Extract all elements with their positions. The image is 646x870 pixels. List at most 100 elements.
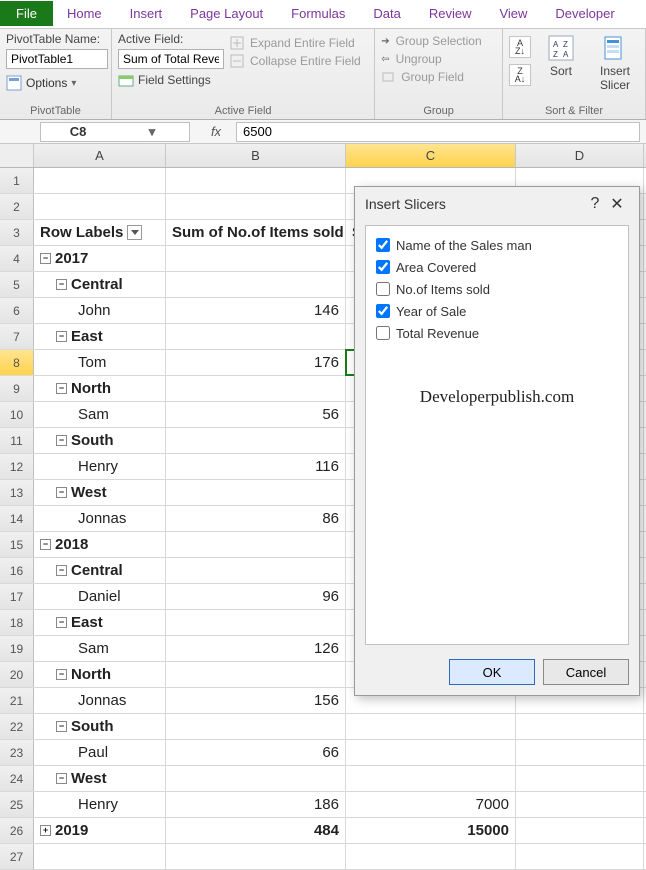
collapse-icon[interactable]: −: [56, 565, 67, 576]
pivot-label-cell[interactable]: −East: [34, 324, 166, 349]
checkbox[interactable]: [376, 260, 390, 274]
cell[interactable]: [516, 766, 644, 791]
row-header[interactable]: 27: [0, 844, 34, 869]
pivot-label-cell[interactable]: −West: [34, 480, 166, 505]
checkbox[interactable]: [376, 304, 390, 318]
pivot-value-cell[interactable]: 86: [166, 506, 346, 531]
cell[interactable]: [34, 194, 166, 219]
collapse-icon[interactable]: −: [56, 669, 67, 680]
col-header-A[interactable]: A: [34, 144, 166, 167]
select-all-corner[interactable]: [0, 144, 34, 167]
pivot-value-cell[interactable]: 484: [166, 818, 346, 843]
cell[interactable]: [34, 168, 166, 193]
sort-asc-button[interactable]: AZ↓: [509, 36, 531, 58]
pivot-value-cell[interactable]: 15000: [346, 818, 516, 843]
cell[interactable]: [516, 740, 644, 765]
cell[interactable]: [516, 844, 644, 869]
row-header[interactable]: 15: [0, 532, 34, 557]
row-header[interactable]: 24: [0, 766, 34, 791]
pivot-value-cell[interactable]: [166, 662, 346, 687]
row-header[interactable]: 3: [0, 220, 34, 245]
tab-review[interactable]: Review: [415, 2, 486, 25]
row-header[interactable]: 26: [0, 818, 34, 843]
collapse-icon[interactable]: −: [56, 383, 67, 394]
pivot-value-cell[interactable]: [166, 714, 346, 739]
options-button[interactable]: Options ▾: [6, 72, 108, 94]
row-header[interactable]: 5: [0, 272, 34, 297]
pivot-value-cell[interactable]: 56: [166, 402, 346, 427]
collapse-icon[interactable]: −: [56, 435, 67, 446]
cell[interactable]: [516, 792, 644, 817]
row-header[interactable]: 21: [0, 688, 34, 713]
pivot-label-cell[interactable]: −South: [34, 428, 166, 453]
slicer-option[interactable]: Area Covered: [376, 256, 618, 278]
tab-file[interactable]: File: [0, 1, 53, 26]
pivot-label-cell[interactable]: Paul: [34, 740, 166, 765]
row-header[interactable]: 18: [0, 610, 34, 635]
pivot-value-cell[interactable]: 7000: [346, 792, 516, 817]
col-header-C[interactable]: C: [346, 144, 516, 167]
fx-label[interactable]: fx: [196, 124, 236, 139]
row-header[interactable]: 1: [0, 168, 34, 193]
row-header[interactable]: 14: [0, 506, 34, 531]
collapse-icon[interactable]: −: [56, 617, 67, 628]
pivot-label-cell[interactable]: +2019: [34, 818, 166, 843]
pivot-value-cell[interactable]: 96: [166, 584, 346, 609]
pivot-value-cell[interactable]: [346, 844, 516, 869]
pivot-value-cell[interactable]: [166, 480, 346, 505]
pivot-label-cell[interactable]: Henry: [34, 454, 166, 479]
row-header[interactable]: 17: [0, 584, 34, 609]
pivot-label-cell[interactable]: John: [34, 298, 166, 323]
row-header[interactable]: 20: [0, 662, 34, 687]
cell[interactable]: [166, 194, 346, 219]
chevron-down-icon[interactable]: ▾: [115, 124, 189, 140]
tab-page-layout[interactable]: Page Layout: [176, 2, 277, 25]
pivot-label-cell[interactable]: Sam: [34, 402, 166, 427]
sort-button[interactable]: AZZA Sort: [537, 32, 585, 78]
row-header[interactable]: 23: [0, 740, 34, 765]
checkbox[interactable]: [376, 238, 390, 252]
sort-desc-button[interactable]: ZA↓: [509, 64, 531, 86]
formula-input[interactable]: [236, 122, 640, 142]
pivot-value-cell[interactable]: [166, 558, 346, 583]
checkbox[interactable]: [376, 282, 390, 296]
pivot-value-cell[interactable]: 186: [166, 792, 346, 817]
slicer-option[interactable]: Total Revenue: [376, 322, 618, 344]
row-header[interactable]: 9: [0, 376, 34, 401]
slicer-option[interactable]: Year of Sale: [376, 300, 618, 322]
pivot-label-cell[interactable]: −North: [34, 376, 166, 401]
collapse-icon[interactable]: −: [40, 253, 51, 264]
row-header[interactable]: 6: [0, 298, 34, 323]
row-header[interactable]: 4: [0, 246, 34, 271]
pivot-value-cell[interactable]: [166, 766, 346, 791]
pivot-label-cell[interactable]: −North: [34, 662, 166, 687]
expand-icon[interactable]: +: [40, 825, 51, 836]
pivot-value-cell[interactable]: 66: [166, 740, 346, 765]
row-header[interactable]: 2: [0, 194, 34, 219]
pivot-row-labels-header[interactable]: Row Labels: [34, 220, 166, 245]
pivot-value-cell[interactable]: [346, 740, 516, 765]
col-header-B[interactable]: B: [166, 144, 346, 167]
tab-data[interactable]: Data: [359, 2, 414, 25]
pivot-value-cell[interactable]: 156: [166, 688, 346, 713]
row-header[interactable]: 8: [0, 350, 34, 375]
pivot-value-cell[interactable]: 126: [166, 636, 346, 661]
pivot-label-cell[interactable]: Jonnas: [34, 688, 166, 713]
pivot-value-cell[interactable]: [166, 246, 346, 271]
collapse-icon[interactable]: −: [56, 279, 67, 290]
pivot-label-cell[interactable]: Daniel: [34, 584, 166, 609]
pivottable-name-input[interactable]: [6, 49, 108, 69]
filter-dropdown-icon[interactable]: [127, 225, 142, 240]
cell[interactable]: [516, 818, 644, 843]
row-header[interactable]: 10: [0, 402, 34, 427]
pivot-col-b-header[interactable]: Sum of No.of Items sold: [166, 220, 346, 245]
row-header[interactable]: 11: [0, 428, 34, 453]
pivot-label-cell[interactable]: −2017: [34, 246, 166, 271]
pivot-value-cell[interactable]: [166, 532, 346, 557]
pivot-value-cell[interactable]: 116: [166, 454, 346, 479]
pivot-label-cell[interactable]: −East: [34, 610, 166, 635]
help-button[interactable]: ?: [585, 195, 605, 213]
pivot-label-cell[interactable]: Sam: [34, 636, 166, 661]
cancel-button[interactable]: Cancel: [543, 659, 629, 685]
row-header[interactable]: 12: [0, 454, 34, 479]
